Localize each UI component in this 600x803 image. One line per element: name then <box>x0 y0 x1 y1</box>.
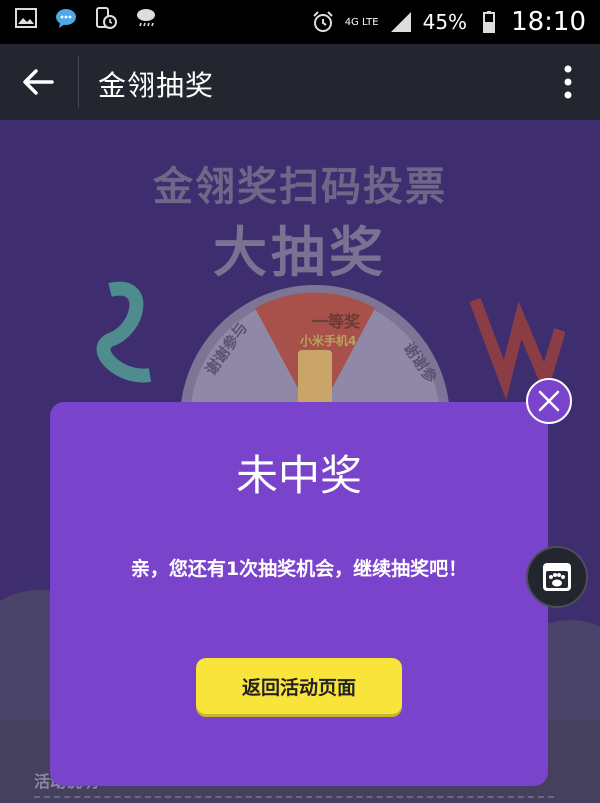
floating-paw-button[interactable] <box>526 546 588 608</box>
status-bar: 4G LTE 45% 18:10 <box>0 0 600 44</box>
battery-icon <box>483 11 496 33</box>
dialog-message: 亲，您还有1次抽奖机会，继续抽奖吧！ <box>130 558 468 580</box>
network-type: 4G LTE <box>344 16 379 28</box>
hero-title-line2: 大抽奖 <box>213 221 387 284</box>
app-title: 金翎抽奖 <box>98 69 215 102</box>
result-dialog: 未中奖 亲，您还有1次抽奖机会，继续抽奖吧！ 返回活动页面 <box>50 402 548 786</box>
signal-icon <box>390 12 411 32</box>
close-dialog-button[interactable] <box>526 378 572 424</box>
app-bar: 金翎抽奖 <box>0 44 600 120</box>
message-icon <box>56 9 76 28</box>
gallery-icon <box>15 8 37 28</box>
overflow-menu-icon[interactable] <box>560 64 576 100</box>
wheel-prize-phone: 小米手机4 <box>300 334 357 348</box>
clock-time: 18:10 <box>511 7 586 37</box>
alarm-icon <box>312 11 333 32</box>
appbar-divider <box>78 56 79 108</box>
back-arrow-icon[interactable] <box>18 62 58 102</box>
dashed-divider <box>34 796 554 798</box>
battery-percent: 45% <box>422 10 468 34</box>
weather-rain-icon <box>137 9 155 27</box>
hero-title-line1: 金翎奖扫码投票 <box>153 164 447 210</box>
close-icon <box>538 390 560 412</box>
paw-icon <box>543 563 571 591</box>
ribbon-left-decoration <box>96 281 152 383</box>
dialog-title: 未中奖 <box>235 451 362 500</box>
wheel-segment-first-prize: 一等奖 <box>312 312 361 331</box>
return-to-activity-button[interactable]: 返回活动页面 <box>196 658 402 714</box>
phone-clock-icon <box>96 7 117 29</box>
